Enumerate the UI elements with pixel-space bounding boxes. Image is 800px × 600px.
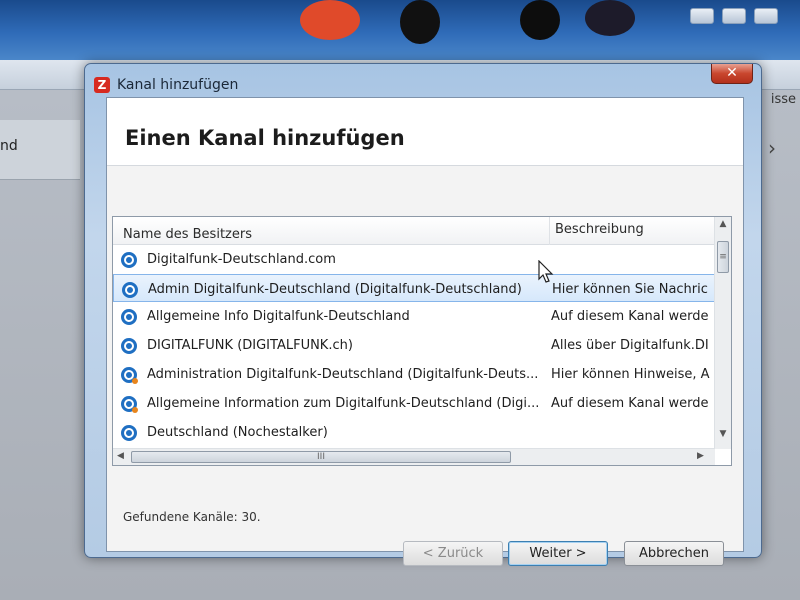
desktop-icon-blob bbox=[400, 0, 440, 44]
next-button[interactable]: Weiter > bbox=[508, 541, 608, 566]
page-title: Einen Kanal hinzufügen bbox=[125, 126, 405, 150]
desktop-icon-blob bbox=[300, 0, 360, 40]
background-left-label: nd bbox=[0, 138, 18, 154]
scroll-up-arrow-icon[interactable]: ▲ bbox=[715, 219, 731, 229]
channel-icon bbox=[122, 282, 138, 298]
scroll-left-arrow-icon[interactable]: ◀ bbox=[117, 451, 124, 461]
bg-minimize-button[interactable] bbox=[690, 8, 714, 24]
channel-user-icon bbox=[121, 396, 138, 413]
back-button[interactable]: < Zurück bbox=[403, 541, 503, 566]
found-channels-count: Gefundene Kanäle: 30. bbox=[123, 510, 261, 524]
app-logo-icon: Z bbox=[94, 77, 110, 93]
list-item[interactable]: Allgemeine Information zum Digitalfunk-D… bbox=[113, 389, 715, 418]
list-item-description: Auf diesem Kanal werde bbox=[551, 309, 709, 324]
list-item-description: Alles über Digitalfunk.DI bbox=[551, 338, 709, 353]
vertical-scrollbar[interactable]: ▲ ≡ ▼ bbox=[714, 217, 731, 449]
desktop-icon-blob bbox=[520, 0, 560, 40]
dialog-titlebar[interactable]: Z Kanal hinzufügen ✕ bbox=[85, 64, 761, 100]
desktop-background bbox=[0, 0, 800, 60]
horizontal-scrollbar[interactable]: ◀ III ▶ bbox=[113, 448, 715, 465]
list-rows: Digitalfunk-Deutschland.com Admin Digita… bbox=[113, 245, 715, 447]
channel-icon bbox=[121, 309, 137, 325]
bg-maximize-button[interactable] bbox=[722, 8, 746, 24]
list-item-description: Hier können Sie Nachric bbox=[552, 282, 708, 297]
channel-icon bbox=[121, 425, 137, 441]
list-item[interactable]: Digitalfunk-Deutschland.com bbox=[113, 245, 715, 274]
channel-list[interactable]: Name des Besitzers Beschreibung Digitalf… bbox=[112, 216, 732, 466]
add-channel-dialog: Z Kanal hinzufügen ✕ Einen Kanal hinzufü… bbox=[84, 63, 762, 566]
channel-user-icon bbox=[121, 367, 138, 384]
background-right-label: isse bbox=[770, 92, 796, 107]
bg-close-button[interactable] bbox=[754, 8, 778, 24]
dialog-title: Kanal hinzufügen bbox=[117, 77, 239, 93]
list-item-name: Digitalfunk-Deutschland.com bbox=[147, 252, 336, 267]
vertical-scroll-thumb[interactable]: ≡ bbox=[717, 241, 729, 273]
list-item-description: Hier können Hinweise, A bbox=[551, 367, 710, 382]
list-item-name: DIGITALFUNK (DIGITALFUNK.ch) bbox=[147, 338, 353, 353]
mouse-cursor-icon bbox=[538, 260, 554, 283]
list-item-name: Admin Digitalfunk-Deutschland (Digitalfu… bbox=[148, 282, 522, 297]
column-description[interactable]: Beschreibung bbox=[555, 222, 644, 237]
list-item-name: Deutschland (Nochestalker) bbox=[147, 425, 328, 440]
scroll-right-arrow-icon[interactable]: ▶ bbox=[697, 451, 704, 461]
list-column-header: Name des Besitzers Beschreibung bbox=[113, 217, 715, 245]
list-item-name: Allgemeine Information zum Digitalfunk-D… bbox=[147, 396, 540, 411]
channel-icon bbox=[121, 338, 137, 354]
list-item-selected[interactable]: Admin Digitalfunk-Deutschland (Digitalfu… bbox=[113, 274, 715, 302]
wizard-header: Einen Kanal hinzufügen bbox=[107, 98, 743, 166]
list-item-description: Auf diesem Kanal werde bbox=[551, 396, 709, 411]
list-item[interactable]: Allgemeine Info Digitalfunk-Deutschland … bbox=[113, 302, 715, 331]
column-separator[interactable] bbox=[549, 217, 550, 245]
cancel-button[interactable]: Abbrechen bbox=[624, 541, 724, 566]
desktop-icon-blob bbox=[585, 0, 635, 36]
column-owner-name[interactable]: Name des Besitzers bbox=[123, 227, 252, 242]
chevron-right-icon[interactable]: › bbox=[768, 136, 776, 160]
channel-icon bbox=[121, 252, 137, 268]
list-item[interactable]: Administration Digitalfunk-Deutschland (… bbox=[113, 360, 715, 389]
list-item-name: Administration Digitalfunk-Deutschland (… bbox=[147, 367, 539, 382]
list-item[interactable]: DIGITALFUNK (DIGITALFUNK.ch) Alles über … bbox=[113, 331, 715, 360]
scroll-down-arrow-icon[interactable]: ▼ bbox=[715, 429, 731, 439]
list-item-name: Allgemeine Info Digitalfunk-Deutschland bbox=[147, 309, 410, 324]
dialog-client-area: Einen Kanal hinzufügen Name des Besitzer… bbox=[106, 97, 744, 566]
list-item[interactable]: Deutschland (Nochestalker) bbox=[113, 418, 715, 447]
horizontal-scroll-thumb[interactable]: III bbox=[131, 451, 511, 463]
close-button[interactable]: ✕ bbox=[711, 64, 753, 84]
